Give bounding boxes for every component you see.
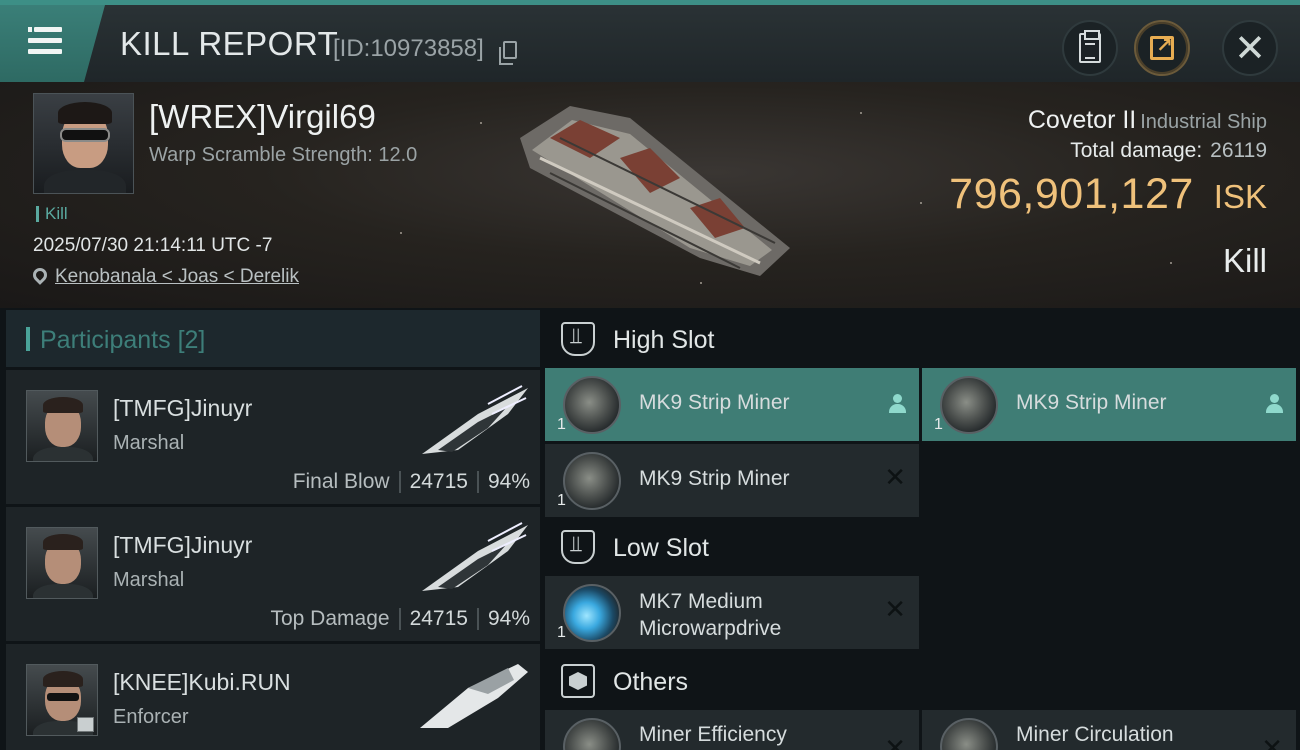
- participants-panel: Participants [2] [TMFG]Jinuyr Marshal Fi…: [6, 310, 540, 750]
- victim-ship-image: [520, 106, 790, 276]
- module-slot[interactable]: 1 MK9 Strip Miner: [922, 368, 1296, 441]
- participant-row[interactable]: [TMFG]Jinuyr Marshal Top Damage 24715 94%: [6, 507, 540, 641]
- total-damage: Total damage: 26119: [1070, 139, 1267, 163]
- high-slot-title: High Slot: [613, 326, 715, 354]
- participant-row[interactable]: [TMFG]Jinuyr Marshal Final Blow 24715 94%: [6, 370, 540, 504]
- module-name: Miner Efficiency: [639, 723, 787, 746]
- close-icon: ✕: [1234, 26, 1266, 70]
- participant-name: [TMFG]Jinuyr: [113, 532, 253, 558]
- isk-unit: ISK: [1213, 178, 1267, 215]
- participant-damage: 24715: [409, 607, 468, 630]
- strip-miner-icon: [940, 376, 998, 434]
- participant-name: [KNEE]Kubi.RUN: [113, 669, 291, 695]
- participant-ship-image: [422, 522, 528, 591]
- victim-avatar[interactable]: [33, 93, 134, 194]
- damage-label: Total damage:: [1070, 139, 1203, 162]
- strip-miner-icon: [563, 376, 621, 434]
- participant-role: Top Damage: [270, 607, 390, 630]
- participant-row[interactable]: [KNEE]Kubi.RUN Enforcer: [6, 644, 540, 750]
- module-name: MK9 Strip Miner: [1016, 391, 1167, 414]
- rig-icon: [940, 718, 998, 750]
- warp-scramble-strength: Warp Scramble Strength: 12.0: [149, 144, 418, 166]
- copy-icon[interactable]: [499, 41, 517, 65]
- module-slot[interactable]: Miner Circulation ✕: [922, 710, 1296, 750]
- participant-ship: Marshal: [113, 432, 185, 454]
- participant-ship: Marshal: [113, 569, 185, 591]
- participant-ship: Enforcer: [113, 706, 189, 728]
- share-button[interactable]: [1134, 20, 1190, 76]
- module-name: Miner Circulation: [1016, 723, 1174, 746]
- damage-value: 26119: [1210, 139, 1267, 162]
- location-pin-icon: [30, 265, 50, 285]
- fitting-panel: High Slot 1 MK9 Strip Miner 1 MK9 Strip …: [545, 310, 1298, 750]
- victim-ship-name[interactable]: Covetor II Industrial Ship: [1028, 106, 1267, 135]
- participant-percent: 94%: [487, 470, 530, 493]
- module-qty: 1: [557, 416, 566, 433]
- low-slot-header: Low Slot: [545, 518, 1298, 576]
- isk-value: 796,901,127 ISK: [949, 170, 1267, 219]
- destroyed-x-icon: ✕: [884, 734, 906, 750]
- low-slot-icon: [561, 530, 595, 564]
- participant-stats: Top Damage 24715 94%: [270, 607, 530, 631]
- module-qty: 1: [557, 624, 566, 641]
- participant-avatar[interactable]: [26, 664, 98, 736]
- module-name: MK9 Strip Miner: [639, 467, 790, 490]
- participants-header: Participants [2]: [6, 310, 540, 367]
- others-list: Miner Efficiency ✕ Miner Circulation ✕: [545, 710, 1298, 750]
- ship-name-text: Covetor II: [1027, 106, 1137, 134]
- destroyed-x-icon: ✕: [884, 463, 906, 493]
- participants-title: Participants [2]: [40, 326, 206, 354]
- participant-ship-image: [420, 664, 528, 728]
- module-qty: 1: [557, 492, 566, 509]
- participants-count: [2]: [177, 326, 206, 354]
- module-slot[interactable]: 1 MK9 Strip Miner: [545, 368, 919, 441]
- high-slot-icon: [561, 322, 595, 356]
- high-slot-list: 1 MK9 Strip Miner 1 MK9 Strip Miner 1 MK…: [545, 368, 1298, 518]
- module-name: MK9 Strip Miner: [639, 391, 790, 414]
- others-title: Others: [613, 668, 689, 696]
- microwarpdrive-icon: [563, 584, 621, 642]
- participant-percent: 94%: [487, 607, 530, 630]
- participant-avatar[interactable]: [26, 527, 98, 599]
- pilot-icon: [1266, 394, 1283, 414]
- rig-icon: [563, 718, 621, 750]
- participant-ship-image: [422, 385, 528, 454]
- report-id: [ID:10973858]: [333, 35, 484, 62]
- participant-name: [TMFG]Jinuyr: [113, 395, 253, 421]
- low-slot-title: Low Slot: [613, 534, 709, 562]
- victim-name[interactable]: [WREX]Virgil69: [149, 98, 376, 136]
- low-slot-list: 1 MK7 Medium Microwarpdrive ✕: [545, 576, 1298, 652]
- kill-tag: Kill: [36, 205, 68, 222]
- destroyed-x-icon: ✕: [1261, 734, 1283, 750]
- share-icon: [1150, 33, 1174, 60]
- strip-miner-icon: [563, 452, 621, 510]
- isk-amount: 796,901,127: [949, 170, 1194, 218]
- menu-button[interactable]: [0, 5, 105, 82]
- module-slot[interactable]: 1 MK9 Strip Miner ✕: [545, 444, 919, 517]
- kill-location-link[interactable]: Kenobanala < Joas < Derelik: [55, 266, 299, 288]
- ship-class-text: Industrial Ship: [1140, 111, 1267, 133]
- participant-stats: Final Blow 24715 94%: [293, 470, 530, 494]
- others-header: Others: [545, 652, 1298, 710]
- result-label: Kill: [1222, 242, 1267, 279]
- clipboard-button[interactable]: [1062, 20, 1118, 76]
- victim-banner: [WREX]Virgil69 Warp Scramble Strength: 1…: [0, 82, 1300, 308]
- participant-damage: 24715: [409, 470, 468, 493]
- top-bar: KILL REPORT [ID:10973858] ✕: [0, 0, 1300, 82]
- kill-timestamp: 2025/07/30 21:14:11 UTC -7: [33, 235, 273, 256]
- destroyed-x-icon: ✕: [884, 595, 906, 625]
- cube-icon: [561, 664, 595, 698]
- clipboard-icon: [1079, 30, 1101, 63]
- module-slot[interactable]: 1 MK7 Medium Microwarpdrive ✕: [545, 576, 919, 649]
- page-title: KILL REPORT: [120, 25, 339, 62]
- module-qty: 1: [934, 416, 943, 433]
- high-slot-header: High Slot: [545, 310, 1298, 368]
- module-slot[interactable]: Miner Efficiency ✕: [545, 710, 919, 750]
- pilot-icon: [889, 394, 906, 414]
- module-name: MK7 Medium Microwarpdrive: [639, 590, 782, 640]
- participant-avatar[interactable]: [26, 390, 98, 462]
- participant-role: Final Blow: [292, 470, 390, 493]
- close-button[interactable]: ✕: [1222, 20, 1278, 76]
